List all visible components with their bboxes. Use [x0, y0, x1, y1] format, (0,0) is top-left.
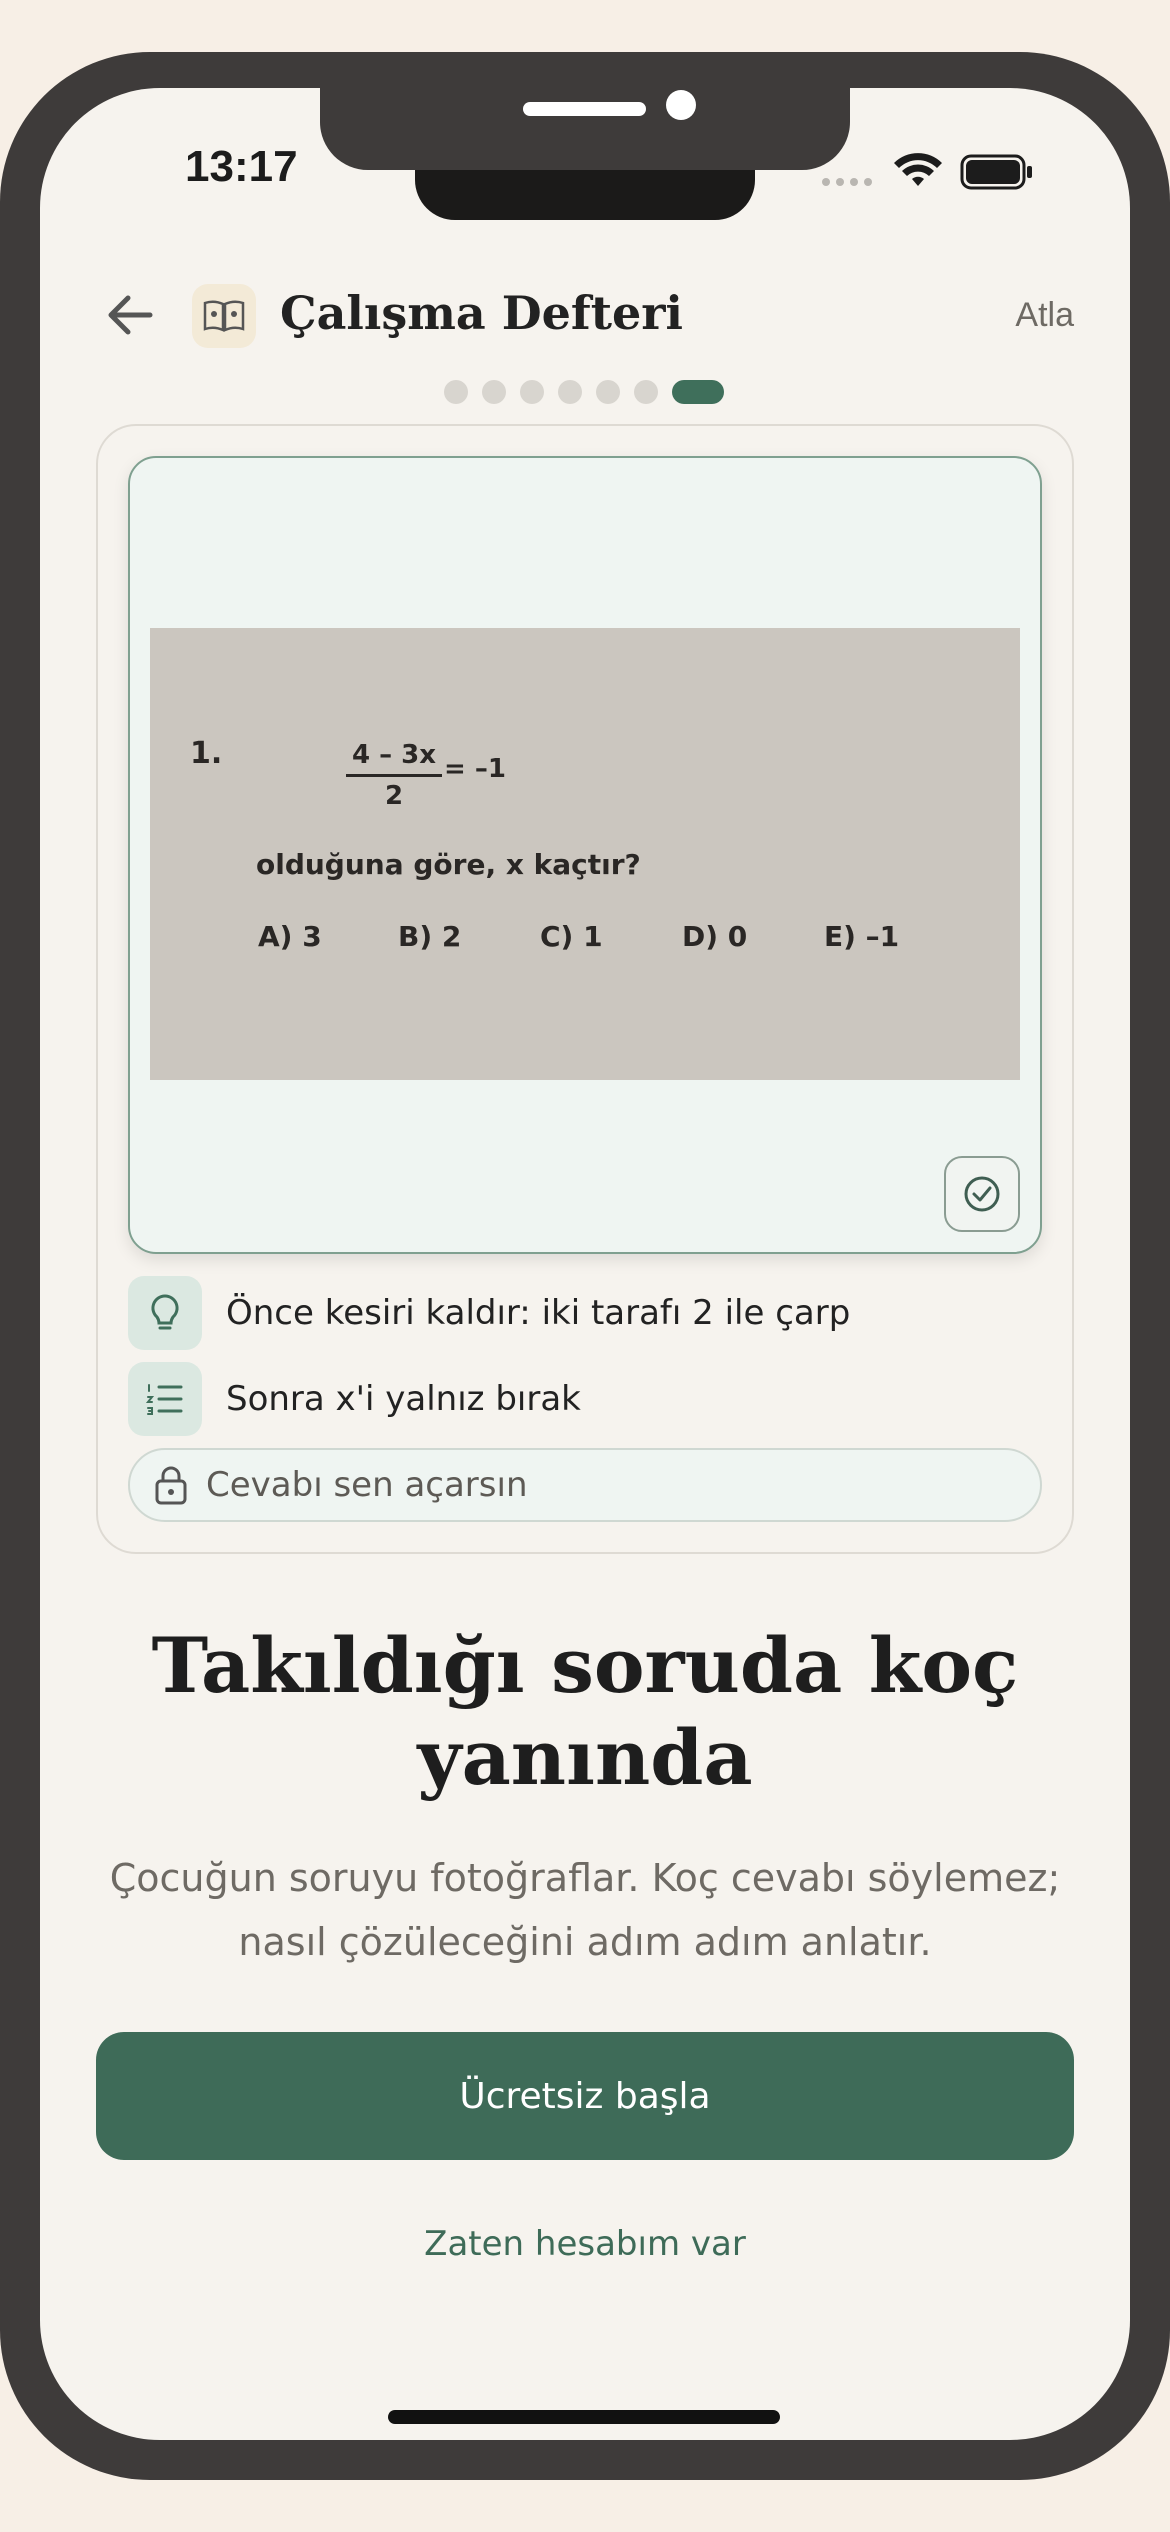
confirm-check-button[interactable]	[944, 1156, 1020, 1232]
locked-answer[interactable]: Cevabı sen açarsın	[128, 1448, 1042, 1522]
option-d: D) 0	[682, 920, 748, 953]
progress-dot	[444, 380, 468, 404]
lock-icon	[155, 1466, 187, 1505]
equation-rhs: = –1	[444, 754, 506, 784]
home-indicator	[388, 2410, 780, 2424]
hint-text: Sonra x'i yalnız bırak	[226, 1379, 581, 1419]
option-b: B) 2	[398, 920, 462, 953]
onboarding-progress-dots	[444, 380, 724, 404]
fraction-denominator: 2	[384, 781, 404, 811]
headline: Takıldığı soruda koç yanında	[151, 1621, 1019, 1802]
question-prompt: olduğuna göre, x kaçtır?	[256, 848, 641, 881]
speaker-slot	[523, 102, 646, 116]
question-photo: 1. 4 – 3x 2 = –1 olduğuna göre, x kaçtır…	[150, 628, 1020, 1080]
locked-answer-text: Cevabı sen açarsın	[206, 1465, 528, 1505]
question-number: 1.	[190, 736, 223, 771]
back-arrow-icon[interactable]	[100, 285, 160, 345]
notch	[320, 88, 850, 170]
hint-text: Önce kesiri kaldır: iki tarafı 2 ile çar…	[226, 1293, 851, 1333]
progress-dot	[596, 380, 620, 404]
check-circle-icon	[964, 1176, 1000, 1212]
progress-dot-active	[672, 380, 724, 404]
progress-dot	[520, 380, 544, 404]
subtext: Çocuğun soruyu fotoğraflar. Koç cevabı s…	[109, 1856, 1061, 1964]
progress-dot	[634, 380, 658, 404]
wifi-icon	[894, 153, 942, 186]
cellular-signal-icon	[822, 178, 872, 186]
question-fraction: 4 – 3x 2	[346, 740, 442, 811]
lightbulb-icon	[128, 1276, 202, 1350]
camera-dot	[666, 90, 696, 120]
option-e: E) –1	[824, 920, 900, 953]
skip-button[interactable]: Atla	[1015, 296, 1074, 335]
app-title: Çalışma Defteri	[280, 286, 683, 340]
numbered-list-icon	[128, 1362, 202, 1436]
progress-dot	[558, 380, 582, 404]
option-a: A) 3	[258, 920, 322, 953]
notebook-icon	[192, 284, 256, 348]
option-c: C) 1	[540, 920, 603, 953]
start-free-button[interactable]: Ücretsiz başla	[96, 2032, 1074, 2160]
status-time: 13:17	[185, 142, 298, 191]
have-account-link[interactable]: Zaten hesabım var	[96, 2224, 1074, 2264]
dynamic-island	[415, 170, 755, 220]
hint-item: Sonra x'i yalnız bırak	[128, 1362, 581, 1436]
progress-dot	[482, 380, 506, 404]
hint-item: Önce kesiri kaldır: iki tarafı 2 ile çar…	[128, 1276, 850, 1350]
battery-icon	[960, 154, 1032, 190]
fraction-numerator: 4 – 3x	[351, 740, 437, 770]
